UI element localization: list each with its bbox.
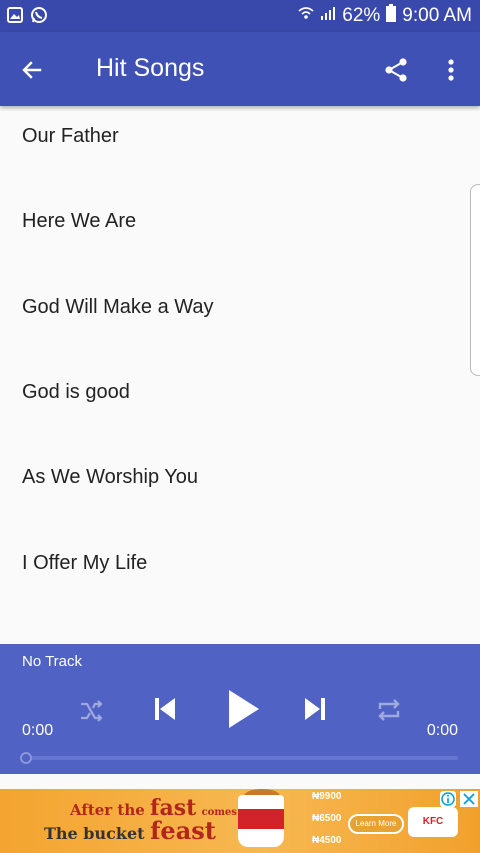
play-button[interactable] <box>222 688 264 730</box>
status-bar: 62% 9:00 AM <box>0 0 480 32</box>
arrow-back-icon <box>22 61 42 79</box>
wifi-icon <box>298 5 314 27</box>
song-title: Our Father <box>22 125 119 147</box>
song-title: Here We Are <box>22 210 137 232</box>
song-title: As We Worship You <box>22 466 199 488</box>
whatsapp-notification-icon <box>30 6 48 24</box>
battery-icon <box>386 4 397 28</box>
ad-subline: The bucket feast <box>44 816 216 845</box>
shuffle-icon <box>81 700 103 722</box>
repeat-icon <box>378 699 400 721</box>
ad-learn-more-button[interactable]: Learn More <box>348 814 404 834</box>
page-title: Hit Songs <box>96 54 205 82</box>
ad-banner[interactable]: After the fast comes The bucket feast ₦9… <box>0 789 480 853</box>
gallery-notification-icon <box>6 6 24 24</box>
seek-bar[interactable] <box>20 752 458 764</box>
info-icon <box>441 792 455 806</box>
ad-price: ₦6500 <box>312 813 342 824</box>
back-button[interactable] <box>14 52 50 88</box>
ad-info-button[interactable] <box>440 791 456 807</box>
ad-close-button[interactable] <box>460 791 478 807</box>
seek-thumb[interactable] <box>20 752 32 764</box>
previous-button[interactable] <box>148 692 182 726</box>
clock: 9:00 AM <box>402 5 472 26</box>
play-icon <box>229 690 259 728</box>
ad-price: ₦4500 <box>312 835 342 846</box>
skip-previous-icon <box>155 698 175 720</box>
song-list: Our Father Here We Are God Will Make a W… <box>0 106 480 644</box>
song-title: God Will Make a Way <box>22 296 214 318</box>
song-item-here-we-are[interactable]: Here We Are <box>0 191 470 276</box>
song-title: God is good <box>22 381 130 403</box>
bucket-image <box>238 795 284 847</box>
app-toolbar: Hit Songs <box>0 32 480 106</box>
elapsed-time: 0:00 <box>22 722 54 739</box>
song-item-god-is-good[interactable]: God is good <box>0 362 470 447</box>
share-icon <box>385 58 407 82</box>
ad-brand-logo: KFC <box>408 807 458 837</box>
skip-next-icon <box>305 698 325 720</box>
close-icon <box>463 793 475 805</box>
shuffle-button[interactable] <box>76 696 106 726</box>
battery-percent: 62% <box>342 5 381 26</box>
music-player: No Track 0:00 0:00 <box>0 644 480 774</box>
signal-icon <box>320 5 336 27</box>
song-item-our-father[interactable]: Our Father <box>0 106 470 191</box>
track-name: No Track <box>22 653 83 670</box>
song-item-i-offer-my-life[interactable]: I Offer My Life <box>0 533 470 618</box>
song-item-god-will-make-a-way[interactable]: God Will Make a Way <box>0 277 470 362</box>
next-button[interactable] <box>298 692 332 726</box>
ad-price: ₦9900 <box>312 791 342 802</box>
share-button[interactable] <box>378 52 414 88</box>
more-options-button[interactable] <box>436 52 466 88</box>
more-vert-icon <box>448 59 454 81</box>
total-time: 0:00 <box>426 722 458 739</box>
repeat-button[interactable] <box>372 694 406 726</box>
song-item-as-we-worship-you[interactable]: As We Worship You <box>0 447 470 532</box>
song-title: I Offer My Life <box>22 552 148 574</box>
edge-panel-handle[interactable] <box>470 184 480 376</box>
